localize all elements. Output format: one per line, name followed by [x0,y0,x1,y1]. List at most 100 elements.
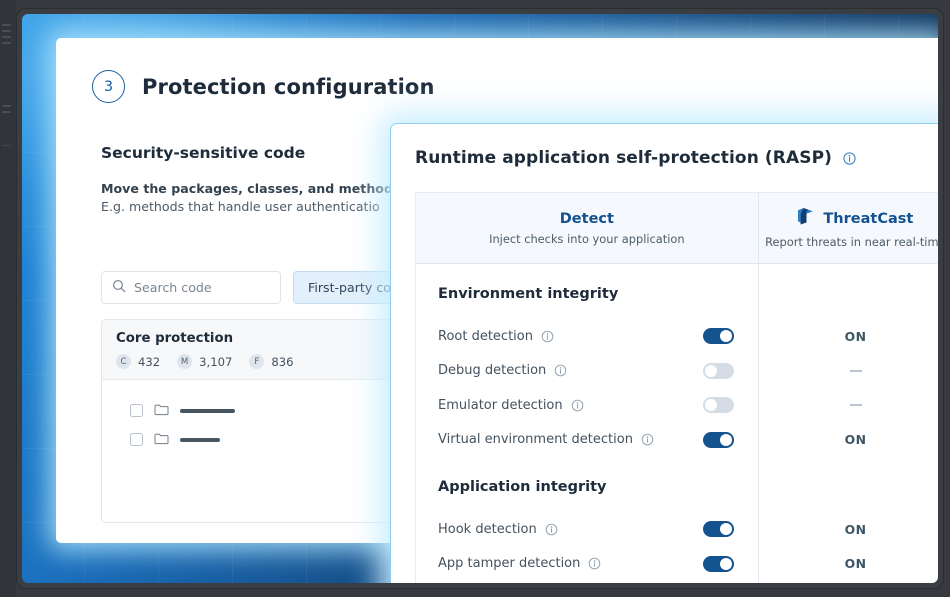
column-title-threatcast: ThreatCast [823,210,914,227]
section-description-strong: Move the packages, classes, and method [101,181,393,196]
rasp-title: Runtime application self-protection (RAS… [415,148,833,168]
info-icon[interactable] [843,151,856,165]
rasp-option-label: Virtual environment detection [438,432,633,448]
stat-methods: M 3,107 [177,354,232,369]
search-input[interactable] [134,280,270,295]
threatcast-status-on: ON [844,432,867,448]
toggle-knob [720,433,732,446]
left-edge-sliver [0,0,16,597]
rasp-option-toggle[interactable] [703,362,734,379]
rasp-option-row: Debug detection [416,354,758,389]
rasp-option-toggle[interactable] [703,555,734,572]
sliver-mark [2,105,11,107]
rasp-group-title: Application integrity [438,479,607,495]
tree-label-redacted [180,437,220,442]
core-protection-header: Core protection C 432 M 3,107 F 836 [102,320,430,380]
rasp-column-headers: Detect Inject checks into your applicati… [415,192,938,264]
core-protection-card: Core protection C 432 M 3,107 F 836 [101,319,431,523]
rasp-panel: Runtime application self-protection (RAS… [390,123,938,583]
rasp-option-label: Hook detection [438,521,537,537]
info-icon[interactable] [641,433,654,446]
rasp-option-toggle[interactable] [703,431,734,448]
folder-icon [154,430,169,449]
sliver-mark [2,111,11,113]
rasp-group-title: Environment integrity [438,286,619,302]
stat-badge-m: M [177,354,193,369]
search-icon [112,278,126,297]
threatcast-status-none [849,404,862,407]
rasp-option-row: Virtual environment detection [416,423,758,458]
column-header-threatcast: ThreatCast Report threats in near real-t… [759,193,938,263]
column-title-detect: Detect [559,210,614,227]
sliver-mark [2,42,11,44]
threatcast-status-cell [759,354,938,389]
info-icon[interactable] [588,557,601,570]
tree-label-redacted [180,408,235,413]
page-title: Protection configuration [142,74,435,99]
rasp-option-row: App tamper detection [416,547,758,582]
column-header-detect: Detect Inject checks into your applicati… [416,193,759,263]
rasp-table-body: Environment integrity Root detection Debug… [415,264,938,583]
tree-row[interactable] [102,425,430,454]
search-code-field[interactable] [101,271,281,304]
toggle-knob [720,330,732,343]
threatcast-status-on: ON [844,521,867,537]
threatcast-status-cell: ON [759,547,938,582]
step-number-badge: 3 [92,70,125,103]
stat-badge-c: C [116,354,131,369]
rasp-table: Detect Inject checks into your applicati… [415,192,938,583]
step-header: 3 Protection configuration [92,70,435,103]
toggle-knob [720,523,732,536]
section-description: E.g. methods that handle user authentica… [101,199,380,214]
sliver-mark [2,36,11,38]
rasp-group-spacer [759,264,938,319]
toggle-knob [705,364,717,377]
rasp-option-row: Hook detection [416,512,758,547]
info-icon[interactable] [545,523,558,536]
tree-row[interactable] [102,396,430,425]
threatcast-status-on: ON [844,328,867,344]
tree-checkbox[interactable] [130,433,143,446]
column-subtitle-detect: Inject checks into your application [489,231,685,246]
section-title: Security-sensitive code [101,144,306,162]
security-sensitive-code-section: Security-sensitive code Move the package… [101,144,431,214]
core-protection-name: Core protection [116,331,234,346]
rasp-title-row: Runtime application self-protection (RAS… [391,124,938,168]
rasp-option-toggle[interactable] [703,521,734,538]
rasp-option-row: Certificate checker [416,581,758,583]
stat-value-c: 432 [138,354,161,369]
info-icon[interactable] [541,330,554,343]
toggle-knob [720,557,732,570]
threatcast-status-cell [759,388,938,423]
rasp-option-row: Emulator detection [416,388,758,423]
core-protection-stats: C 432 M 3,107 F 836 [116,354,416,369]
stat-classes: C 432 [116,354,160,369]
app-background: 3 Protection configuration Security-sens… [22,14,938,583]
folder-icon [154,401,169,420]
rasp-group-spacer [759,457,938,512]
stat-value-f: 836 [271,354,294,369]
search-row: First-party code [101,271,422,304]
core-protection-tree [102,380,430,454]
threatcast-status-none [849,369,862,372]
threatcast-status-cell: ON [759,319,938,354]
rasp-option-label: Root detection [438,328,533,344]
column-subtitle-threatcast: Report threats in near real-time [765,235,938,249]
threatcast-status-cell: ON [759,423,938,458]
rasp-option-label: Emulator detection [438,397,563,413]
threatcast-logo-icon [797,207,814,230]
device-frame: 3 Protection configuration Security-sens… [0,0,950,597]
threatcast-column: ON ON ON ON [759,264,938,583]
sliver-divider [2,145,11,146]
sliver-mark [2,24,11,26]
rasp-option-toggle[interactable] [703,397,734,414]
threatcast-status-cell: ON [759,512,938,547]
rasp-option-toggle[interactable] [703,328,734,345]
info-icon[interactable] [571,399,584,412]
sliver-mark [2,30,11,32]
info-icon[interactable] [554,364,567,377]
stat-badge-f: F [249,354,265,369]
tree-checkbox[interactable] [130,404,143,417]
toggle-knob [705,399,717,412]
stat-fields: F 836 [249,354,293,369]
